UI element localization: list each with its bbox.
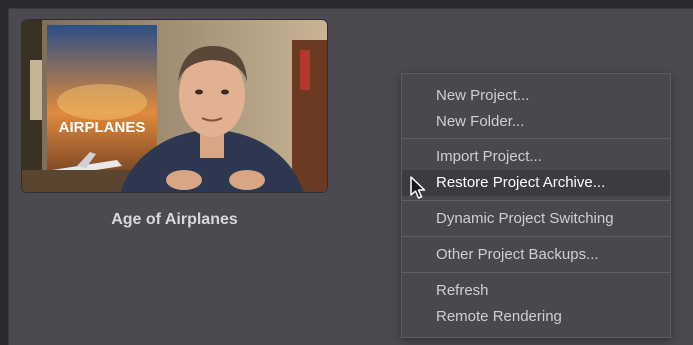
project-name-label[interactable]: Age of Airplanes [22,211,327,229]
menu-item-dynamic-project-switching[interactable]: Dynamic Project Switching [402,206,670,232]
mouse-pointer-icon [410,176,426,199]
menu-item-restore-project-archive[interactable]: Restore Project Archive... [402,170,670,196]
menu-item-remote-rendering[interactable]: Remote Rendering [402,304,670,330]
menu-item-new-folder[interactable]: New Folder... [402,109,670,135]
thumbnail-image: AIRPLANES [22,20,327,192]
menu-separator [402,236,670,237]
menu-separator [402,200,670,201]
menu-separator [402,272,670,273]
context-menu: New Project... New Folder... Import Proj… [401,73,671,338]
menu-separator [402,138,670,139]
poster-title: AIRPLANES [59,119,146,136]
menu-item-other-project-backups[interactable]: Other Project Backups... [402,242,670,268]
menu-item-import-project[interactable]: Import Project... [402,144,670,170]
menu-item-refresh[interactable]: Refresh [402,278,670,304]
project-thumbnail[interactable]: AIRPLANES [22,20,327,192]
menu-item-new-project[interactable]: New Project... [402,83,670,109]
